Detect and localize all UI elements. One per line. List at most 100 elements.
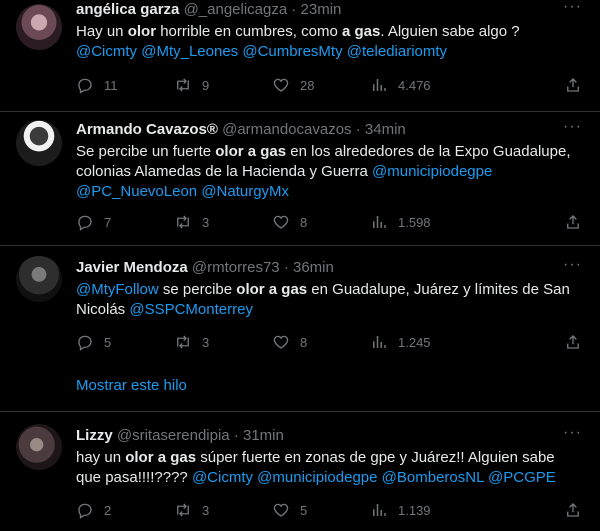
tweet-2[interactable]: Armando Cavazos® @armandocavazos · 34min… bbox=[0, 112, 600, 245]
like-button[interactable]: 8 bbox=[272, 332, 307, 352]
timestamp[interactable]: 31min bbox=[243, 427, 284, 444]
views-chart-icon bbox=[373, 216, 386, 228]
avatar[interactable] bbox=[16, 4, 62, 50]
reply-count: 2 bbox=[104, 502, 112, 518]
retweet-icon bbox=[177, 215, 189, 229]
like-button[interactable]: 28 bbox=[272, 75, 314, 95]
timestamp[interactable]: 23min bbox=[301, 1, 342, 18]
retweet-icon bbox=[177, 503, 189, 517]
share-button[interactable] bbox=[564, 212, 582, 232]
tweet-actions: 7 3 8 1.598 bbox=[76, 212, 586, 232]
separator: · bbox=[283, 259, 289, 276]
mention-link[interactable]: @PCGPE bbox=[488, 469, 556, 486]
mention-link[interactable]: @municipiodegpe bbox=[372, 163, 492, 180]
timestamp[interactable]: 34min bbox=[365, 121, 406, 138]
views-button[interactable]: 1.139 bbox=[370, 500, 431, 520]
tweet-text: Hay un olor horrible en cumbres, como a … bbox=[76, 23, 520, 60]
tweet-3[interactable]: Javier Mendoza @rmtorres73 · 36min ··· @… bbox=[0, 246, 600, 411]
retweet-count: 3 bbox=[202, 214, 210, 230]
reply-button[interactable]: 5 bbox=[76, 332, 111, 352]
avatar[interactable] bbox=[16, 120, 62, 166]
heart-icon bbox=[273, 215, 289, 229]
mention-link[interactable]: @municipiodegpe bbox=[257, 469, 377, 486]
retweet-icon bbox=[177, 78, 189, 92]
mention-link[interactable]: @NaturgyMx bbox=[201, 183, 289, 200]
reply-icon bbox=[78, 78, 92, 94]
retweet-count: 3 bbox=[202, 334, 210, 350]
like-count: 5 bbox=[300, 502, 308, 518]
reply-count: 7 bbox=[104, 214, 112, 230]
like-count: 8 bbox=[300, 214, 308, 230]
reply-icon bbox=[78, 503, 92, 519]
avatar[interactable] bbox=[16, 424, 62, 470]
reply-count: 11 bbox=[104, 77, 118, 93]
reply-count: 5 bbox=[104, 334, 112, 350]
separator: · bbox=[291, 1, 297, 18]
author-name[interactable]: Armando Cavazos® bbox=[76, 121, 218, 138]
mention-link[interactable]: @SSPCMonterrey bbox=[129, 301, 253, 318]
reply-icon bbox=[78, 215, 92, 231]
views-button[interactable]: 1.598 bbox=[370, 212, 431, 232]
tweet-text: hay un olor a gas súper fuerte en zonas … bbox=[76, 449, 556, 486]
tweet-actions: 11 9 28 4.476 bbox=[76, 75, 586, 95]
views-chart-icon bbox=[373, 336, 386, 348]
author-name[interactable]: angélica garza bbox=[76, 1, 179, 18]
separator: · bbox=[233, 427, 239, 444]
more-options-icon[interactable]: ··· bbox=[563, 0, 582, 16]
reply-button[interactable]: 2 bbox=[76, 500, 111, 520]
mention-link[interactable]: @Cicmty bbox=[76, 43, 137, 60]
reply-button[interactable]: 7 bbox=[76, 212, 111, 232]
timestamp[interactable]: 36min bbox=[293, 259, 334, 276]
more-options-icon[interactable]: ··· bbox=[563, 256, 582, 274]
reply-button[interactable]: 11 bbox=[76, 75, 118, 95]
retweet-button[interactable]: 9 bbox=[174, 75, 209, 95]
author-handle[interactable]: @_angelicagza bbox=[184, 1, 288, 18]
tweet-4[interactable]: Lizzy @sritaserendipia · 31min ··· hay u… bbox=[0, 412, 600, 531]
views-button[interactable]: 1.245 bbox=[370, 332, 431, 352]
views-count: 1.139 bbox=[398, 502, 431, 518]
show-thread-link[interactable]: Mostrar este hilo bbox=[76, 376, 187, 396]
separator: · bbox=[355, 121, 361, 138]
mention-link[interactable]: @telediariomty bbox=[347, 43, 447, 60]
share-icon bbox=[567, 78, 579, 92]
views-chart-icon bbox=[373, 79, 386, 91]
mention-link[interactable]: @PC_NuevoLeon bbox=[76, 183, 197, 200]
reply-icon bbox=[78, 335, 92, 351]
tweet-actions: 5 3 8 1.245 bbox=[76, 332, 586, 352]
author-handle[interactable]: @rmtorres73 bbox=[192, 259, 280, 276]
like-count: 8 bbox=[300, 334, 308, 350]
retweet-button[interactable]: 3 bbox=[174, 212, 209, 232]
mention-link[interactable]: @MtyFollow bbox=[76, 281, 159, 298]
heart-icon bbox=[273, 503, 289, 517]
share-icon bbox=[567, 215, 579, 229]
more-options-icon[interactable]: ··· bbox=[563, 118, 582, 136]
like-button[interactable]: 5 bbox=[272, 500, 307, 520]
share-button[interactable] bbox=[564, 75, 582, 95]
retweet-button[interactable]: 3 bbox=[174, 332, 209, 352]
mention-link[interactable]: @Cicmty bbox=[192, 469, 253, 486]
author-name[interactable]: Lizzy bbox=[76, 427, 113, 444]
author-handle[interactable]: @sritaserendipia bbox=[117, 427, 230, 444]
retweet-count: 9 bbox=[202, 77, 210, 93]
mention-link[interactable]: @BomberosNL bbox=[382, 469, 484, 486]
more-options-icon[interactable]: ··· bbox=[563, 424, 582, 442]
avatar[interactable] bbox=[16, 256, 62, 302]
tweet-1[interactable]: angélica garza @_angelicagza · 23min ···… bbox=[0, 0, 600, 112]
tweet-text: @MtyFollow se percibe olor a gas en Guad… bbox=[76, 281, 570, 318]
author-name[interactable]: Javier Mendoza bbox=[76, 259, 188, 276]
like-count: 28 bbox=[300, 77, 315, 93]
retweet-count: 3 bbox=[202, 502, 210, 518]
author-handle[interactable]: @armandocavazos bbox=[222, 121, 351, 138]
views-count: 1.598 bbox=[398, 214, 431, 230]
heart-icon bbox=[273, 335, 289, 349]
views-button[interactable]: 4.476 bbox=[370, 75, 431, 95]
like-button[interactable]: 8 bbox=[272, 212, 307, 232]
share-button[interactable] bbox=[564, 332, 582, 352]
mention-link[interactable]: @Mty_Leones bbox=[141, 43, 238, 60]
retweet-icon bbox=[177, 335, 189, 349]
share-button[interactable] bbox=[564, 500, 582, 520]
views-count: 1.245 bbox=[398, 334, 431, 350]
mention-link[interactable]: @CumbresMty bbox=[242, 43, 342, 60]
share-icon bbox=[567, 335, 579, 349]
retweet-button[interactable]: 3 bbox=[174, 500, 209, 520]
